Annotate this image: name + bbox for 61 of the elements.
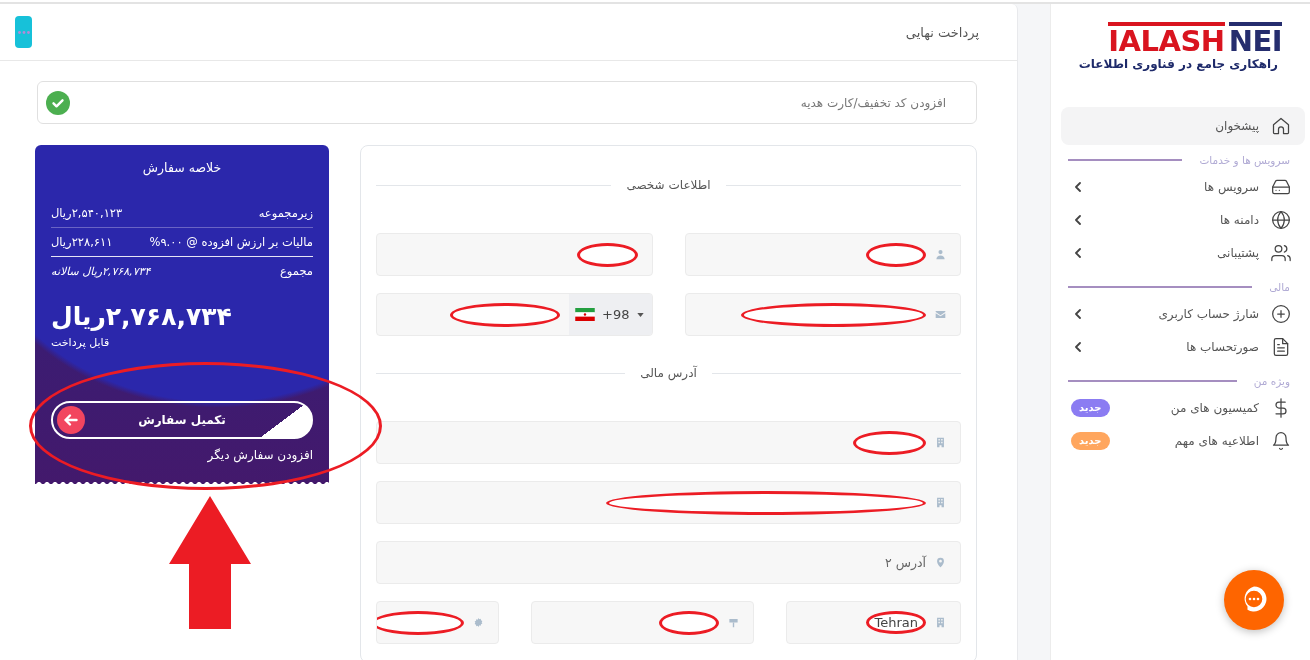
line-label: مالیات بر ارزش افزوده @ ۹.۰۰% xyxy=(149,235,313,249)
menu-section-heading: ویژه من xyxy=(1253,375,1290,387)
checkout-button[interactable]: تکمیل سفارش xyxy=(51,401,313,439)
building-icon xyxy=(935,497,946,508)
input-field[interactable] xyxy=(376,233,653,276)
input-field[interactable] xyxy=(684,233,961,276)
brand-wordmark: IALASH NEI xyxy=(1108,22,1282,54)
dots-icon xyxy=(17,30,30,34)
arrow-left-icon xyxy=(57,406,85,434)
bell-icon xyxy=(1271,430,1291,451)
users-icon xyxy=(1271,242,1291,263)
section-title: اطلاعات شخصی xyxy=(626,178,711,192)
sidebar-item[interactable]: صورتحساب ها xyxy=(1061,330,1305,363)
sidebar-item[interactable]: پشتیبانی xyxy=(1061,236,1305,269)
total-amount: ۲,۷۶۸,۷۳۴ریال xyxy=(51,301,232,333)
coupon-field[interactable]: افزودن کد تخفیف/کارت هدیه xyxy=(37,81,977,124)
country-code-dropdown[interactable]: +98 xyxy=(569,294,652,335)
summary-title: خلاصه سفارش xyxy=(142,159,222,177)
brand-slogan: راهکاری جامع در فناوری اطلاعات xyxy=(1078,57,1278,71)
menu-section-heading: سرویس ها و خدمات xyxy=(1199,154,1290,166)
line-amount: ۲۲۸,۶۱۱ریال xyxy=(51,235,113,249)
building-icon xyxy=(935,617,946,628)
new-badge: جدید xyxy=(1071,398,1110,417)
user-icon xyxy=(935,249,946,260)
total-caption: قابل پرداخت xyxy=(51,335,110,351)
page-title: پرداخت نهایی xyxy=(905,24,979,40)
phone-field[interactable]: +98 xyxy=(376,293,653,336)
signpost-icon xyxy=(728,617,739,628)
caret-icon xyxy=(636,312,644,317)
map-pin-icon xyxy=(935,557,946,568)
sidebar-item[interactable]: دامنه ها xyxy=(1061,203,1305,236)
home-icon xyxy=(1271,116,1291,136)
circled-value: Tehran xyxy=(866,611,926,634)
sidebar-item[interactable]: سرویس ها xyxy=(1061,170,1305,203)
line-label: مجموع xyxy=(279,264,313,278)
input-field[interactable] xyxy=(531,601,754,644)
document-icon xyxy=(1271,336,1291,357)
input-field[interactable] xyxy=(376,601,499,644)
menu-section-heading: مالی xyxy=(1269,281,1290,293)
sidebar-item[interactable]: شارژ حساب کاربری xyxy=(1061,297,1305,330)
gear-icon xyxy=(473,617,484,628)
sidebar-item[interactable]: اطلاعیه های مهم جدید xyxy=(1061,424,1305,457)
input-field[interactable] xyxy=(684,293,961,336)
building-icon xyxy=(935,437,946,448)
sidebar-item[interactable]: کمیسیون های من جدید xyxy=(1061,391,1305,424)
plus-circle-icon xyxy=(1271,303,1291,324)
input-field[interactable]: آدرس ۲ xyxy=(376,541,961,584)
line-label: زیرمجموعه xyxy=(258,206,313,220)
sidebar-item[interactable]: پیشخوان xyxy=(1061,107,1305,145)
envelope-icon xyxy=(935,309,946,320)
line-amount: ۲,۵۴۰,۱۲۳ریال xyxy=(51,206,123,220)
check-icon[interactable] xyxy=(46,90,70,115)
flag-icon xyxy=(575,308,596,321)
line-amount: ۲,۷۶۸,۷۳۴ریال سالانه xyxy=(51,264,151,278)
input-field[interactable] xyxy=(376,421,961,464)
new-badge: جدید xyxy=(1071,431,1110,450)
input-field[interactable]: Tehran xyxy=(786,601,961,644)
add-order-link[interactable]: افزودن سفارش دیگر xyxy=(207,447,313,463)
input-field[interactable] xyxy=(376,481,961,524)
section-title: آدرس مالی xyxy=(640,366,697,380)
globe-icon xyxy=(1271,209,1291,230)
